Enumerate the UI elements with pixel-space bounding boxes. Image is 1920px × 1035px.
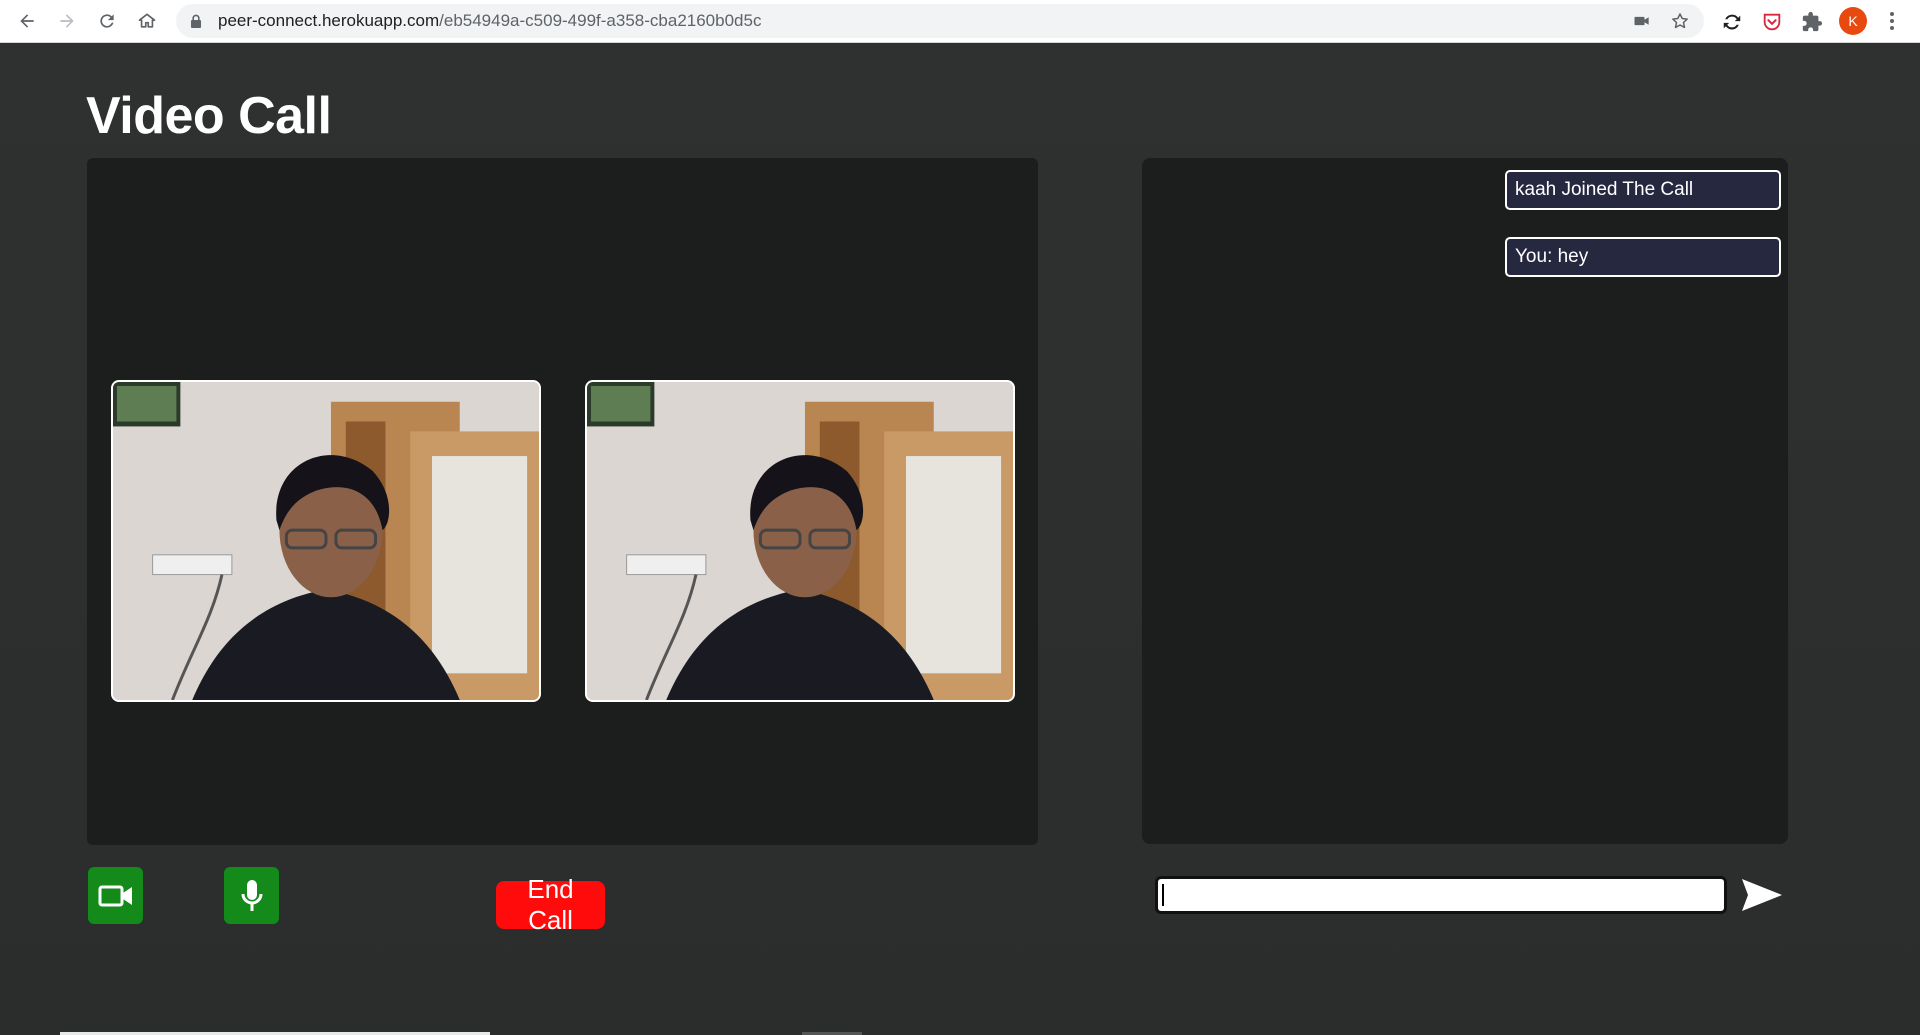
forward-button[interactable] xyxy=(52,6,82,36)
chat-message: kaah Joined The Call xyxy=(1505,170,1781,210)
url-path: /eb54949a-c509-499f-a358-cba2160b0d5c xyxy=(439,11,762,30)
end-call-button[interactable]: End Call xyxy=(496,874,605,935)
forward-icon xyxy=(60,14,74,28)
extensions-button[interactable] xyxy=(1800,10,1824,34)
menu-icon[interactable] xyxy=(1888,10,1896,32)
home-icon xyxy=(138,13,156,28)
toggle-mic-button[interactable] xyxy=(224,867,279,924)
profile-avatar[interactable]: K xyxy=(1839,7,1867,35)
microphone-icon xyxy=(241,879,262,911)
send-arrow-icon[interactable] xyxy=(1740,875,1784,915)
extensions-icon xyxy=(1802,11,1823,32)
local-video xyxy=(111,380,541,702)
url-host: peer-connect.herokuapp.com xyxy=(218,11,440,30)
video-camera-icon xyxy=(98,885,132,906)
sync-icon xyxy=(1723,14,1741,30)
video-frame xyxy=(113,382,539,700)
pocket-extension-button[interactable] xyxy=(1760,10,1784,34)
home-button[interactable] xyxy=(132,6,162,36)
remote-video xyxy=(585,380,1015,702)
reload-icon xyxy=(100,14,114,28)
back-button[interactable] xyxy=(12,6,42,36)
pocket-icon xyxy=(1763,13,1781,31)
browser-toolbar: peer-connect.herokuapp.com/eb54949a-c509… xyxy=(0,0,1920,43)
text-caret xyxy=(1162,884,1164,906)
star-icon[interactable] xyxy=(1670,11,1690,31)
back-icon xyxy=(20,14,34,28)
camera-icon[interactable] xyxy=(1632,11,1652,31)
page-body: Video Call End Call kaah Joined The Call… xyxy=(0,44,1920,1035)
video-frame xyxy=(587,382,1013,700)
video-grid xyxy=(87,158,1038,845)
toggle-video-button[interactable] xyxy=(88,867,143,924)
address-bar[interactable]: peer-connect.herokuapp.com/eb54949a-c509… xyxy=(176,4,1704,38)
chat-message: You: hey xyxy=(1505,237,1781,277)
chat-panel: kaah Joined The Call You: hey xyxy=(1142,158,1788,844)
chat-message-input[interactable] xyxy=(1155,876,1727,914)
reload-button[interactable] xyxy=(92,6,122,36)
sync-extension-button[interactable] xyxy=(1720,10,1744,34)
lock-icon xyxy=(191,14,201,28)
url-text: peer-connect.herokuapp.com/eb54949a-c509… xyxy=(218,4,761,38)
page-title: Video Call xyxy=(86,87,332,145)
